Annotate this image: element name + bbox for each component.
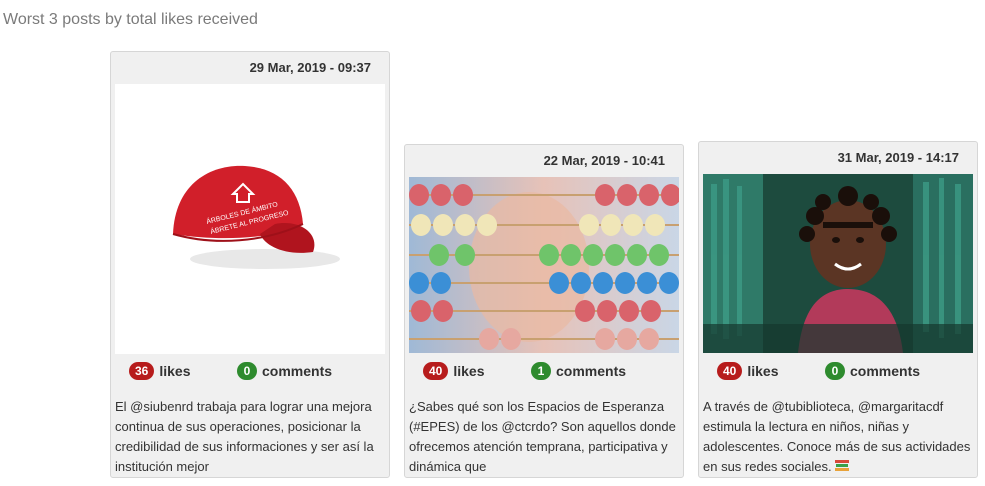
likes-label: likes xyxy=(747,363,779,379)
post-caption: A través de @tubiblioteca, @margaritacdf… xyxy=(703,397,975,477)
comments-label: comments xyxy=(556,363,627,379)
comments-badge: 0 xyxy=(825,362,845,380)
comments-label: comments xyxy=(262,363,333,379)
comments-count: 1 comments xyxy=(531,362,626,380)
likes-count: 40 likes xyxy=(423,362,485,380)
post-card[interactable]: 31 Mar, 2019 - 14:17 40 likes 0 comments… xyxy=(698,141,978,478)
comments-badge: 1 xyxy=(531,362,551,380)
likes-count: 36 likes xyxy=(129,362,191,380)
post-caption: ¿Sabes qué son los Espacios de Esperanza… xyxy=(409,399,676,474)
post-caption: El @siubenrd trabaja para lograr una mej… xyxy=(115,399,374,474)
post-date: 29 Mar, 2019 - 09:37 xyxy=(249,60,371,75)
likes-badge: 36 xyxy=(129,362,155,380)
likes-badge: 40 xyxy=(423,362,449,380)
post-date: 31 Mar, 2019 - 14:17 xyxy=(837,150,959,165)
post-image[interactable] xyxy=(703,174,973,353)
books-emoji-icon xyxy=(834,460,849,471)
likes-count: 40 likes xyxy=(717,362,779,380)
likes-label: likes xyxy=(453,363,485,379)
likes-label: likes xyxy=(159,363,191,379)
post-card[interactable]: 29 Mar, 2019 - 09:37 ÁRBOLES DE ÁMBITO Á… xyxy=(110,51,390,478)
section-title: Worst 3 posts by total likes received xyxy=(3,11,258,28)
comments-label: comments xyxy=(850,363,921,379)
comments-count: 0 comments xyxy=(237,362,332,380)
comments-badge: 0 xyxy=(237,362,257,380)
likes-badge: 40 xyxy=(717,362,743,380)
post-card[interactable]: 22 Mar, 2019 - 10:41 40 likes 1 comments… xyxy=(404,144,684,478)
post-date: 22 Mar, 2019 - 10:41 xyxy=(543,153,665,168)
comments-count: 0 comments xyxy=(825,362,920,380)
post-image[interactable]: ÁRBOLES DE ÁMBITO ÁBRETE AL PROGRESO xyxy=(115,84,385,354)
post-image[interactable] xyxy=(409,177,679,353)
